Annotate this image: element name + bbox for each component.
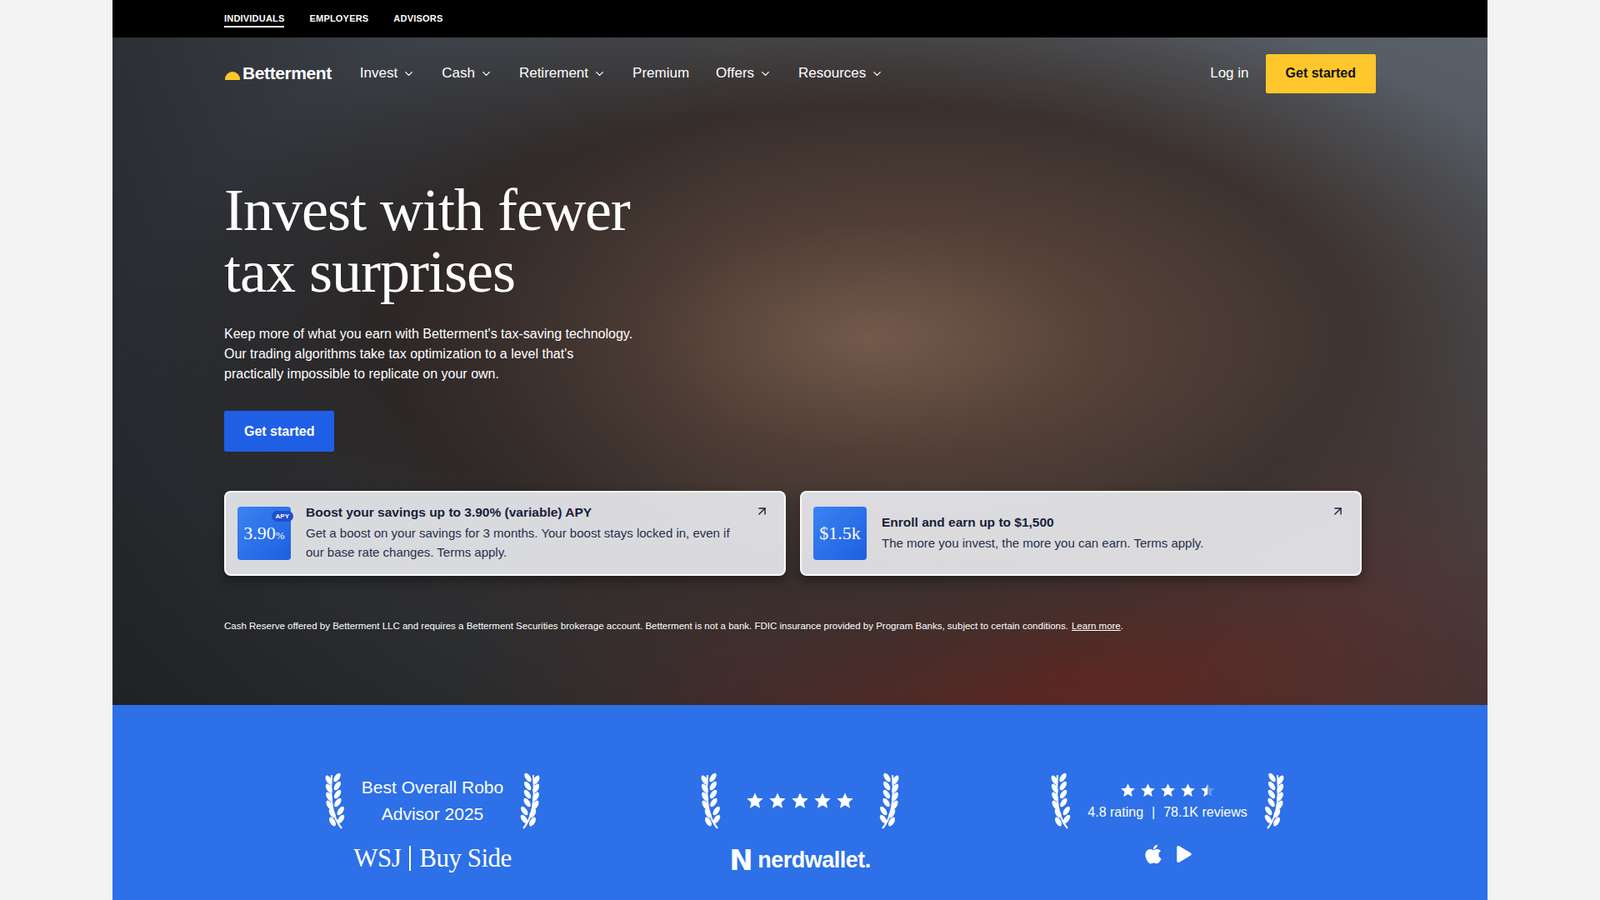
star-icon [1200, 782, 1216, 799]
nav-actions: Log in Get started [1210, 54, 1376, 94]
page: INDIVIDUALS EMPLOYERS ADVISORS Betterment In… [112, 0, 1488, 900]
hero-title: Invest with fewertax surprises [224, 179, 1376, 303]
offer-cards: 3.90%APY Boost your savings up to 3.90% (… [224, 490, 1362, 576]
nav-item[interactable]: Invest [360, 65, 415, 82]
offer-badge: $1.5k [813, 506, 867, 560]
disclaimer: Cash Reserve offered by Betterment LLC a… [224, 620, 1376, 631]
nav-item[interactable]: Premium [632, 65, 690, 82]
nav-item[interactable]: Resources [798, 65, 884, 82]
chevron-down-icon [480, 67, 493, 80]
award: 4.8 rating|78.1K reviews [984, 771, 1352, 877]
apple-icon[interactable] [1142, 843, 1165, 865]
star-rating [1120, 782, 1216, 799]
award-title: Best Overall RoboAdvisor 2025 [361, 774, 504, 828]
award: Nnerdwallet. [616, 771, 985, 877]
main-nav: Betterment Invest Cash Retirement Premium Off… [224, 37, 1376, 110]
app-stores [1142, 843, 1193, 865]
laurel-icon [516, 771, 542, 830]
laurel-icon [1049, 771, 1075, 830]
rating-text: 4.8 rating|78.1K reviews [1087, 805, 1247, 820]
offer-body: Get a boost on your savings for 3 months… [305, 523, 741, 562]
audience-tab[interactable]: INDIVIDUALS [224, 10, 285, 28]
learn-more-link[interactable]: Learn more [1071, 620, 1121, 631]
offer-card[interactable]: $1.5k Enroll and earn up to $1,500 The mor… [800, 490, 1362, 576]
award: Best Overall RoboAdvisor 2025 WSJBuy Side [249, 771, 617, 877]
nav-item[interactable]: Offers [715, 65, 772, 82]
offer-title: Enroll and earn up to $1,500 [881, 515, 1204, 530]
star-icon [813, 791, 832, 810]
star-icon [835, 791, 855, 810]
arrow-up-right-icon [1330, 504, 1345, 519]
wsj-buy-side-logo: WSJBuy Side [353, 843, 512, 874]
awards-band: Best Overall RoboAdvisor 2025 WSJBuy Side… [112, 705, 1488, 900]
offer-title: Boost your savings up to 3.90% (variable… [305, 505, 741, 520]
hero-cta-button[interactable]: Get started [224, 410, 335, 452]
offer-body: The more you invest, the more you can ea… [881, 533, 1204, 553]
chevron-down-icon [870, 67, 884, 80]
hero-subtitle: Keep more of what you earn with Betterme… [224, 324, 1376, 385]
laurel-icon [323, 771, 349, 830]
star-icon [790, 791, 810, 810]
logo[interactable]: Betterment [224, 63, 332, 84]
offer-card[interactable]: 3.90%APY Boost your savings up to 3.90% (… [224, 490, 786, 576]
star-rating [745, 791, 855, 810]
nav-item[interactable]: Cash [441, 65, 493, 82]
chevron-down-icon [402, 67, 415, 80]
star-icon [1180, 782, 1196, 799]
star-icon [768, 791, 787, 810]
laurel-icon [875, 771, 901, 830]
badge-tag: APY [271, 510, 294, 522]
audience-bar: INDIVIDUALS EMPLOYERS ADVISORS [112, 0, 1488, 38]
nav-item[interactable]: Retirement [519, 65, 606, 82]
star-icon [1120, 782, 1136, 799]
laurel-icon [1260, 771, 1286, 830]
chevron-down-icon [759, 67, 772, 80]
logo-sun-icon [224, 66, 241, 80]
offer-badge: 3.90%APY [237, 506, 291, 560]
nav-list: Invest Cash Retirement Premium Offers Resourc… [360, 65, 1210, 82]
star-icon [1140, 782, 1156, 799]
arrow-up-right-icon [755, 504, 770, 519]
chevron-down-icon [593, 67, 606, 80]
audience-tab[interactable]: EMPLOYERS [309, 10, 369, 28]
google-play-icon[interactable] [1175, 845, 1193, 863]
nerdwallet-logo: Nnerdwallet. [729, 843, 871, 877]
laurel-icon [699, 771, 725, 830]
audience-tab[interactable]: ADVISORS [393, 10, 443, 28]
hero-photo: Betterment Invest Cash Retirement Premium Off… [112, 37, 1488, 705]
get-started-button[interactable]: Get started [1265, 54, 1376, 94]
star-icon [1160, 782, 1176, 799]
star-icon [745, 791, 765, 810]
login-link[interactable]: Log in [1210, 65, 1249, 82]
